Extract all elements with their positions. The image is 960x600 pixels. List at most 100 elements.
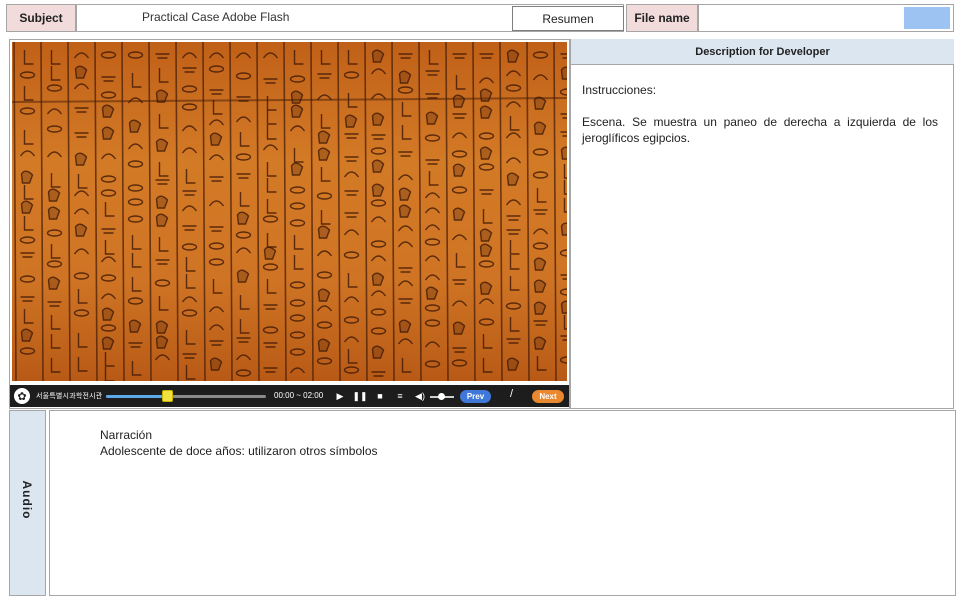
volume-knob[interactable] bbox=[438, 393, 445, 400]
prev-button[interactable]: Prev bbox=[460, 390, 491, 403]
hieroglyph-mark bbox=[398, 298, 413, 304]
hieroglyph-mark bbox=[185, 330, 196, 345]
hieroglyph-mark bbox=[74, 107, 89, 113]
hieroglyph-mark bbox=[343, 171, 360, 178]
hieroglyph-mark bbox=[398, 267, 413, 273]
hieroglyph-mark bbox=[317, 225, 331, 239]
hieroglyph-mark bbox=[371, 272, 385, 286]
hieroglyph-mark bbox=[181, 205, 198, 212]
hieroglyph-mark bbox=[50, 173, 61, 188]
hieroglyph-mark bbox=[23, 309, 34, 324]
hieroglyph-mark bbox=[479, 53, 494, 59]
hieroglyph-mark bbox=[263, 304, 278, 310]
play-icon[interactable]: ▶ bbox=[333, 389, 347, 403]
hieroglyph-mark bbox=[208, 65, 225, 73]
hieroglyph-mark bbox=[104, 202, 115, 217]
hieroglyph-mark bbox=[155, 259, 170, 265]
hieroglyph-mark bbox=[208, 306, 225, 313]
hieroglyph-mark bbox=[478, 260, 495, 268]
hieroglyph-mark bbox=[208, 154, 225, 161]
hieroglyph-mark bbox=[425, 159, 440, 165]
description-header: Description for Developer bbox=[571, 39, 954, 65]
hieroglyph-mark bbox=[104, 240, 115, 255]
hieroglyph-mark bbox=[452, 207, 466, 221]
hieroglyph-mark bbox=[316, 250, 333, 257]
hieroglyph-mark bbox=[424, 224, 441, 231]
hieroglyph-mark bbox=[401, 358, 412, 373]
hieroglyph-mark bbox=[560, 53, 567, 59]
hieroglyph-mark bbox=[131, 277, 142, 292]
hieroglyph-mark bbox=[73, 190, 90, 197]
menu-icon[interactable]: ≡ bbox=[393, 389, 407, 403]
hieroglyph-mark bbox=[100, 51, 117, 59]
hieroglyph-mark bbox=[236, 269, 250, 283]
audio-narration: Narración Adolescente de doce años: util… bbox=[100, 427, 378, 459]
hieroglyph-mark bbox=[131, 235, 142, 250]
hieroglyph-mark bbox=[19, 275, 36, 283]
hieroglyph-mark bbox=[317, 147, 331, 161]
description-line-1: Instrucciones: bbox=[582, 83, 657, 97]
hieroglyph-mark bbox=[560, 335, 567, 341]
resumen-button[interactable]: Resumen bbox=[512, 6, 624, 31]
hieroglyph-mark bbox=[452, 347, 467, 353]
hieroglyph-mark bbox=[181, 147, 198, 154]
stop-icon[interactable]: ■ bbox=[373, 389, 387, 403]
hieroglyph-mark bbox=[47, 276, 61, 290]
hieroglyph-mark bbox=[482, 358, 493, 373]
hieroglyph-mark bbox=[371, 345, 385, 359]
hieroglyph-mark bbox=[424, 207, 441, 214]
hieroglyph-mark bbox=[236, 337, 251, 343]
hieroglyph-mark bbox=[235, 116, 252, 123]
volume-icon[interactable]: ◀) bbox=[413, 389, 427, 403]
hieroglyph-mark bbox=[236, 211, 250, 225]
hieroglyph-mark bbox=[182, 353, 197, 359]
seek-handle[interactable] bbox=[161, 390, 173, 402]
hieroglyph-mark bbox=[212, 100, 223, 115]
next-button[interactable]: Next bbox=[532, 390, 564, 403]
hieroglyph-mark bbox=[370, 327, 387, 335]
hieroglyph-mark bbox=[289, 281, 306, 289]
hieroglyph-mark bbox=[100, 256, 117, 263]
hieroglyph-mark bbox=[155, 179, 170, 185]
hieroglyph-mark bbox=[104, 367, 115, 381]
hieroglyph-mark bbox=[50, 66, 61, 81]
hieroglyph-mark bbox=[19, 236, 36, 244]
hieroglyph-mark bbox=[262, 326, 279, 334]
hieroglyph-mark bbox=[77, 357, 88, 372]
hieroglyph-mark bbox=[509, 276, 520, 291]
hieroglyphics-image bbox=[12, 42, 567, 381]
hieroglyph-mark bbox=[533, 301, 547, 315]
hieroglyph-mark bbox=[181, 103, 198, 111]
hieroglyph-mark bbox=[479, 189, 494, 195]
hieroglyph-mark bbox=[46, 229, 63, 237]
hieroglyph-mark bbox=[155, 213, 169, 227]
hieroglyph-mark bbox=[289, 75, 306, 83]
hieroglyph-mark bbox=[455, 253, 466, 268]
player-brand: 서울특별시과학전시관 bbox=[36, 393, 103, 400]
hieroglyph-mark bbox=[127, 160, 144, 168]
file-name-swatch bbox=[904, 7, 950, 29]
hieroglyph-mark bbox=[344, 133, 359, 139]
hieroglyph-mark bbox=[212, 279, 223, 294]
hieroglyph-mark bbox=[479, 228, 493, 242]
hieroglyph-mark bbox=[101, 228, 116, 234]
hieroglyph-mark bbox=[506, 338, 521, 344]
hieroglyph-mark bbox=[424, 134, 441, 142]
hieroglyph-mark bbox=[370, 68, 387, 75]
hieroglyph-mark bbox=[73, 208, 90, 215]
hieroglyph-mark bbox=[398, 187, 412, 201]
hieroglyph-mark bbox=[397, 280, 414, 287]
hieroglyph-mark bbox=[559, 356, 567, 364]
hieroglyph-mark bbox=[155, 89, 169, 103]
hieroglyph-mark bbox=[455, 75, 466, 90]
hieroglyph-mark bbox=[424, 341, 441, 348]
nav-separator: / bbox=[510, 388, 514, 400]
hieroglyph-mark bbox=[182, 190, 197, 196]
hieroglyph-mark bbox=[343, 336, 360, 343]
hieroglyph-mark bbox=[158, 162, 169, 177]
hieroglyph-mark bbox=[482, 334, 493, 349]
pause-icon[interactable]: ❚❚ bbox=[352, 389, 367, 403]
hieroglyph-mark bbox=[50, 334, 61, 349]
description-line-2: Escena. Se muestra un paneo de derecha a… bbox=[582, 115, 938, 145]
hieroglyph-mark bbox=[505, 157, 522, 164]
